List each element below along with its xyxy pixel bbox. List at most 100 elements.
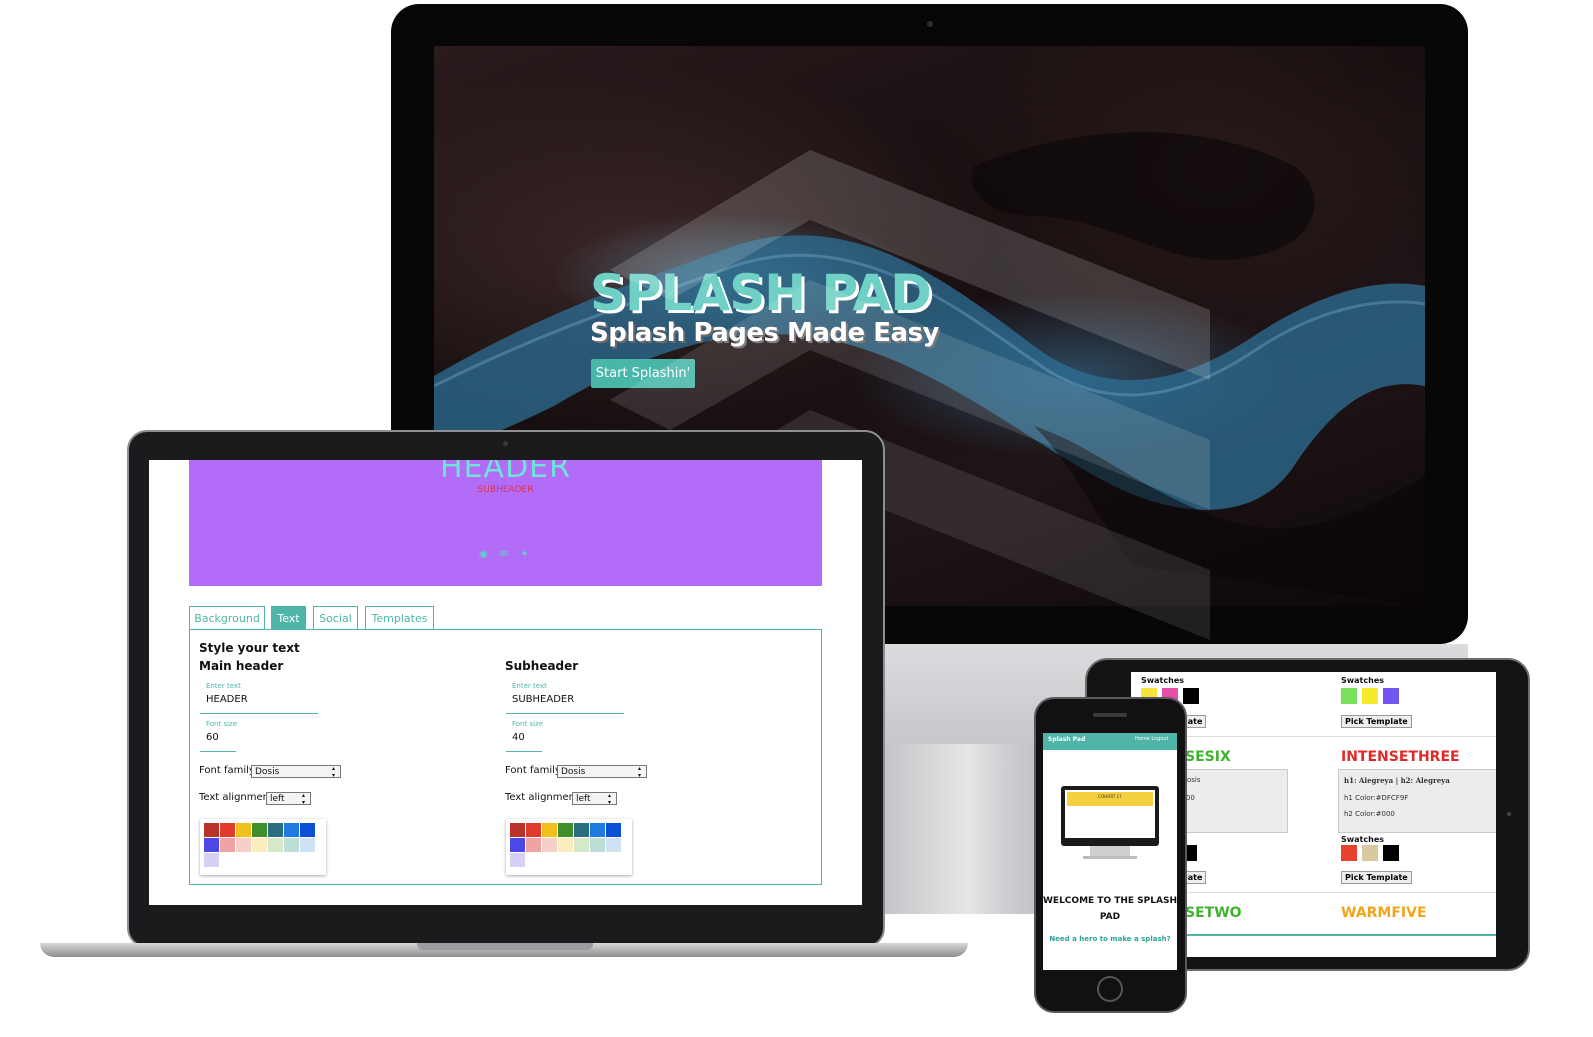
- phone-home-button[interactable]: [1097, 976, 1123, 1002]
- main-color-palette[interactable]: [200, 819, 326, 875]
- main-family-label: Font family: [199, 765, 255, 776]
- mini-monitor: COHORT 17: [1061, 786, 1159, 846]
- twitter-icon[interactable]: ✦: [520, 549, 540, 560]
- tablet-camera: [1507, 812, 1511, 816]
- template-name: INTENSETHREE: [1341, 749, 1460, 765]
- tab-templates[interactable]: Templates: [365, 606, 434, 629]
- sub-align-label: Text alignment: [505, 792, 579, 803]
- template-card: h1: Alegreya | h2: Alegreya h1 Color:#DF…: [1338, 769, 1496, 833]
- sub-text-underline: [506, 713, 624, 714]
- color-swatch[interactable]: [542, 838, 557, 852]
- section-title: Style your text: [199, 641, 300, 655]
- color-swatch[interactable]: [606, 823, 621, 837]
- phone-cta-link[interactable]: Need a hero to make a splash?: [1043, 933, 1177, 945]
- color-swatch[interactable]: [526, 838, 541, 852]
- color-swatch[interactable]: [590, 823, 605, 837]
- imac-camera: [927, 21, 933, 27]
- color-swatch[interactable]: [510, 853, 525, 867]
- swatch[interactable]: [1362, 845, 1378, 861]
- phone-brand[interactable]: Splash Pad: [1048, 736, 1085, 743]
- main-align-label: Text alignment: [199, 792, 273, 803]
- subheader-title: Subheader: [505, 659, 579, 673]
- swatch[interactable]: [1183, 688, 1199, 704]
- tab-social[interactable]: Social: [313, 606, 358, 629]
- main-text-input[interactable]: HEADER: [206, 694, 316, 707]
- color-swatch[interactable]: [590, 838, 605, 852]
- pick-template-button[interactable]: Pick Template: [1341, 715, 1412, 728]
- color-swatch[interactable]: [574, 838, 589, 852]
- swatches-label: Swatches: [1341, 676, 1384, 685]
- mini-monitor-foot: [1083, 856, 1137, 859]
- phone-speaker: [1093, 713, 1127, 717]
- color-swatch[interactable]: [284, 838, 299, 852]
- swatch[interactable]: [1383, 845, 1399, 861]
- github-icon[interactable]: ◉: [479, 549, 500, 560]
- swatch[interactable]: [1362, 688, 1378, 704]
- color-swatch[interactable]: [204, 853, 219, 867]
- laptop-camera: [503, 441, 508, 446]
- sub-size-input[interactable]: 40: [512, 732, 540, 745]
- card-line: h1 Color:#DFCF9F: [1344, 794, 1409, 802]
- color-swatch[interactable]: [606, 838, 621, 852]
- laptop-notch: [417, 943, 593, 950]
- color-swatch[interactable]: [236, 823, 251, 837]
- swatch-row: [1341, 845, 1411, 863]
- preview-social-icons: ◉✉✦: [479, 549, 541, 560]
- main-text-underline: [200, 713, 318, 714]
- swatch[interactable]: [1341, 688, 1357, 704]
- sub-text-align-select[interactable]: left: [572, 792, 617, 806]
- color-swatch[interactable]: [252, 838, 267, 852]
- sub-text-label: Enter text: [512, 682, 547, 690]
- main-size-label: Font size: [206, 720, 238, 728]
- color-swatch[interactable]: [268, 823, 283, 837]
- sub-color-palette[interactable]: [506, 819, 632, 875]
- template-name: WARMFIVE: [1341, 905, 1427, 921]
- mail-icon[interactable]: ✉: [500, 549, 520, 560]
- mini-banner: COHORT 17: [1067, 792, 1153, 806]
- color-swatch[interactable]: [220, 838, 235, 852]
- phone-nav-links[interactable]: Home Logout: [1135, 736, 1168, 742]
- template-name: SETWO: [1185, 905, 1242, 921]
- swatch[interactable]: [1383, 688, 1399, 704]
- template-name: SESIX: [1185, 749, 1231, 765]
- color-swatch[interactable]: [542, 823, 557, 837]
- color-swatch[interactable]: [558, 838, 573, 852]
- main-font-family-select[interactable]: Dosis: [251, 765, 341, 779]
- color-swatch[interactable]: [300, 838, 315, 852]
- sub-family-label: Font family: [505, 765, 561, 776]
- sub-text-input[interactable]: SUBHEADER: [512, 694, 622, 707]
- pick-template-button[interactable]: Pick Template: [1341, 871, 1412, 884]
- main-size-input[interactable]: 60: [206, 732, 234, 745]
- color-swatch[interactable]: [284, 823, 299, 837]
- tab-text[interactable]: Text: [271, 606, 306, 629]
- phone-welcome-text: WELCOME TO THE SPLASH PAD: [1043, 896, 1177, 922]
- mini-banner-text: COHORT 17: [1098, 794, 1122, 799]
- preview-banner: HEADER SUBHEADER ◉✉✦: [189, 460, 822, 586]
- color-swatch[interactable]: [510, 838, 525, 852]
- main-text-align-select[interactable]: left: [266, 792, 311, 806]
- color-swatch[interactable]: [268, 838, 283, 852]
- sub-size-underline: [506, 751, 542, 752]
- sub-font-family-select[interactable]: Dosis: [557, 765, 647, 779]
- color-swatch[interactable]: [526, 823, 541, 837]
- color-swatch[interactable]: [204, 823, 219, 837]
- preview-subheader-text: SUBHEADER: [477, 485, 534, 495]
- color-swatch[interactable]: [558, 823, 573, 837]
- tab-background[interactable]: Background: [189, 606, 265, 629]
- card-line: h2 Color:#000: [1344, 810, 1395, 818]
- phone-screen: Splash Pad Home Logout COHORT 17 WELCOME…: [1043, 733, 1177, 970]
- laptop-screen: HEADER SUBHEADER ◉✉✦ Background Text Soc…: [149, 460, 862, 905]
- mini-monitor-screen: COHORT 17: [1065, 790, 1155, 838]
- color-swatch[interactable]: [236, 838, 251, 852]
- main-header-title: Main header: [199, 659, 284, 673]
- mini-monitor-stand: [1090, 846, 1130, 856]
- color-swatch[interactable]: [510, 823, 525, 837]
- swatch[interactable]: [1341, 845, 1357, 861]
- text-settings-panel: Style your text Main header Enter text H…: [189, 629, 822, 885]
- color-swatch[interactable]: [252, 823, 267, 837]
- color-swatch[interactable]: [220, 823, 235, 837]
- color-swatch[interactable]: [574, 823, 589, 837]
- color-swatch[interactable]: [300, 823, 315, 837]
- color-swatch[interactable]: [204, 838, 219, 852]
- preview-header-text: HEADER: [440, 460, 571, 485]
